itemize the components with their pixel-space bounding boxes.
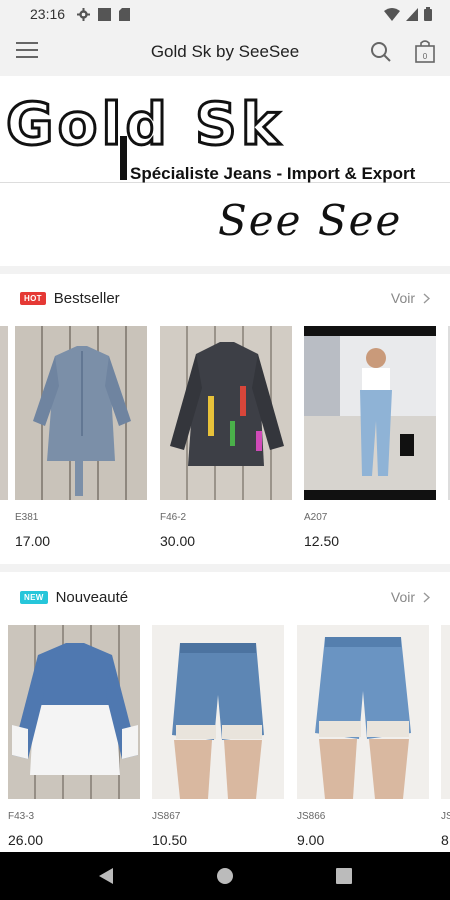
model-jeans-illustration [304,336,436,490]
section-title: Bestseller [53,289,120,307]
hot-badge: HOT [20,291,46,305]
product-card[interactable]: JS867 10.50 [152,625,284,848]
product-image [297,625,429,799]
brand-logo: Gold Sk [4,90,284,158]
see-all-link[interactable]: Voir [391,290,430,306]
product-image [0,326,8,500]
system-nav-bar [0,852,450,900]
recents-icon[interactable] [336,868,352,884]
product-price: 9.00 [297,832,325,848]
product-price: 12.50 [304,533,340,549]
signal-icon [406,7,418,21]
product-price: 8 [441,832,449,848]
back-icon[interactable] [98,867,114,885]
brand-script-logo: See See [218,196,403,245]
app-bar: Gold Sk by SeeSee 0 [0,28,450,76]
two-tone-jacket-illustration [12,643,138,775]
product-image [441,625,450,799]
chevron-right-icon [423,591,430,603]
denim-shorts-illustration [172,643,264,799]
search-icon[interactable] [370,41,392,63]
logo-bar [120,136,127,180]
section-title: Nouveauté [55,588,129,606]
product-image [8,625,140,799]
section-header-bestseller: HOT Bestseller Voir [0,278,450,318]
status-bar: 23:16 [0,0,450,28]
product-code: F46-2 [160,512,187,523]
product-card[interactable]: JS866 9.00 [297,625,429,848]
square-icon [98,7,112,21]
home-icon[interactable] [216,867,234,885]
status-time: 23:16 [30,6,66,22]
product-image [152,625,284,799]
product-card[interactable]: F43-3 26.00 [8,625,140,848]
product-code: JS866 [297,811,326,822]
wifi-icon [384,7,400,21]
product-code: JS867 [152,811,181,822]
chevron-right-icon [423,292,430,304]
product-price: 26.00 [8,832,44,848]
section-gap [0,266,450,274]
section-header-nouveaute: NEW Nouveauté Voir [0,577,450,617]
product-image [15,326,147,500]
product-price: 30.00 [160,533,196,549]
product-code: E381 [15,512,39,523]
product-card[interactable]: JS 8 [441,625,450,848]
product-price: 17.00 [15,533,51,549]
denim-shirt-illustration [33,346,131,496]
see-all-link[interactable]: Voir [391,589,430,605]
product-card[interactable]: F46-2 30.00 [160,326,292,549]
see-all-label: Voir [390,589,415,605]
denim-jacket-illustration [170,342,284,466]
new-badge: NEW [20,590,48,604]
brand-banner: Gold Sk Spécialiste Jeans - Import & Exp… [0,76,450,266]
product-card[interactable]: A207 12.50 [304,326,436,549]
product-code: JS [441,811,450,822]
denim-shorts-illustration [315,637,411,799]
product-card[interactable]: E381 17.00 [15,326,147,549]
product-image [160,326,292,500]
app-title: Gold Sk by SeeSee [150,42,300,61]
product-carousel-nouveaute[interactable]: F43-3 26.00 JS867 10.50 JS866 9.00 JS 8 [0,625,450,852]
section-gap [0,564,450,572]
product-carousel-bestseller[interactable]: E381 17.00 F46-2 30.00 A207 12.50 [0,326,450,566]
hamburger-menu-icon[interactable] [16,42,38,60]
product-code: A207 [304,512,328,523]
product-image [304,326,436,500]
gear-icon [77,7,91,21]
product-card[interactable] [0,326,8,500]
sd-card-icon [119,7,131,21]
product-price: 10.50 [152,832,188,848]
battery-icon [424,7,432,21]
product-code: F43-3 [8,811,35,822]
see-all-label: Voir [390,290,415,306]
brand-tagline: Spécialiste Jeans - Import & Export [130,164,416,183]
cart-count: 0 [423,52,428,61]
shopping-bag-icon[interactable]: 0 [414,39,436,63]
